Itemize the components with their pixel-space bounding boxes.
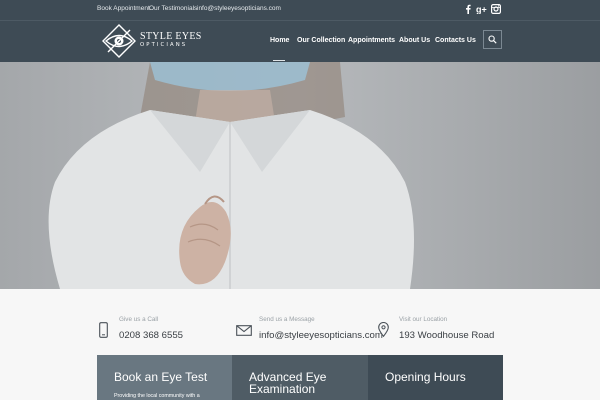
logo-subtitle: OPTICIANS — [140, 42, 188, 48]
opening-hours-title: Opening Hours — [385, 370, 466, 384]
top-bar: Book Appointment Our Testimonials info@s… — [0, 0, 600, 21]
location-pin-icon — [378, 322, 389, 337]
svg-text:g+: g+ — [476, 5, 487, 15]
contact-message-label: Send us a Message — [259, 316, 315, 323]
hero-banner — [0, 62, 600, 289]
active-nav-indicator — [273, 60, 285, 61]
contact-message-value[interactable]: info@styleeyesopticians.com — [259, 330, 383, 341]
nav-about-us[interactable]: About Us — [399, 37, 430, 44]
contact-location-value[interactable]: 193 Woodhouse Road — [399, 330, 494, 341]
advanced-eye-examination-box[interactable]: Advanced Eye Examination — [232, 355, 368, 400]
book-eye-test-title: Book an Eye Test — [114, 370, 208, 384]
advanced-eye-title-line2: Examination — [249, 382, 316, 396]
email-link[interactable]: info@styleeyesopticians.com — [197, 5, 281, 12]
testimonials-link[interactable]: Our Testimonials — [149, 5, 197, 12]
contact-message: Send us a Message info@styleeyesoptician… — [236, 316, 386, 346]
book-appointment-link[interactable]: Book Appointment — [97, 5, 150, 12]
nav-our-collection[interactable]: Our Collection — [297, 37, 345, 44]
phone-icon — [99, 322, 108, 338]
opening-hours-box[interactable]: Opening Hours — [368, 355, 503, 400]
nav-appointments[interactable]: Appointments — [348, 37, 395, 44]
contact-location: Visit our Location 193 Woodhouse Road — [378, 316, 498, 346]
facebook-icon[interactable] — [462, 3, 474, 15]
eye-logo-icon — [102, 24, 136, 58]
hero-image — [48, 62, 415, 289]
logo-title: STYLE EYES — [140, 31, 202, 42]
contact-call-value[interactable]: 0208 368 6555 — [119, 330, 183, 341]
book-eye-test-text: Providing the local community with a — [114, 393, 200, 399]
instagram-icon[interactable] — [490, 3, 502, 15]
logo[interactable]: STYLE EYES OPTICIANS — [100, 24, 201, 58]
contact-call-label: Give us a Call — [119, 316, 159, 323]
google-plus-icon[interactable]: g+ — [476, 3, 488, 15]
site-header: Book Appointment Our Testimonials info@s… — [0, 0, 600, 62]
nav-contacts-us[interactable]: Contacts Us — [435, 37, 476, 44]
search-icon — [488, 35, 497, 44]
contact-location-label: Visit our Location — [399, 316, 448, 323]
envelope-icon — [236, 325, 252, 336]
search-button[interactable] — [483, 30, 502, 49]
nav-home[interactable]: Home — [270, 37, 289, 44]
book-eye-test-box[interactable]: Book an Eye Test Providing the local com… — [97, 355, 232, 400]
contact-call: Give us a Call 0208 368 6555 — [99, 316, 219, 346]
